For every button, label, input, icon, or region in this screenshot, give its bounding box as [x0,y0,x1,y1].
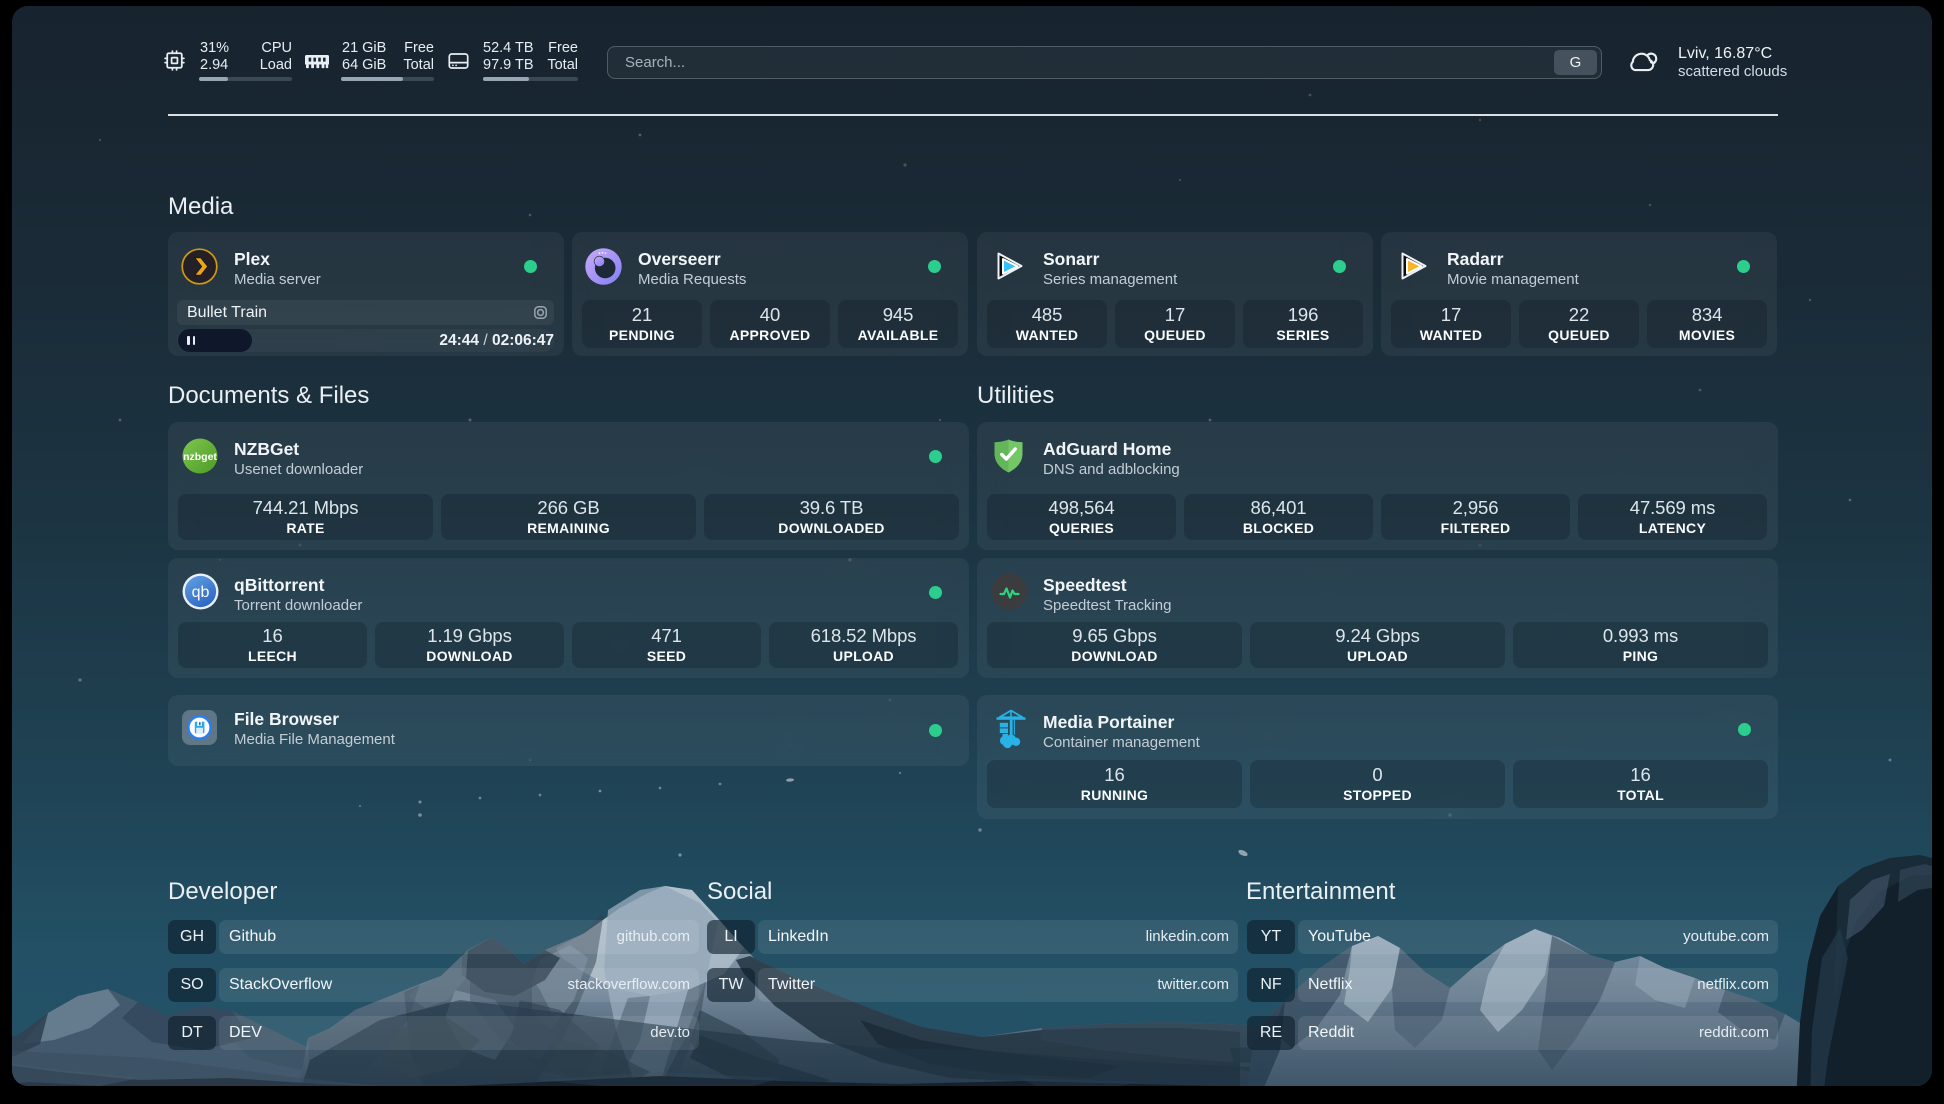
svg-text:qb: qb [192,584,210,601]
svg-text:nzbget: nzbget [183,451,217,463]
